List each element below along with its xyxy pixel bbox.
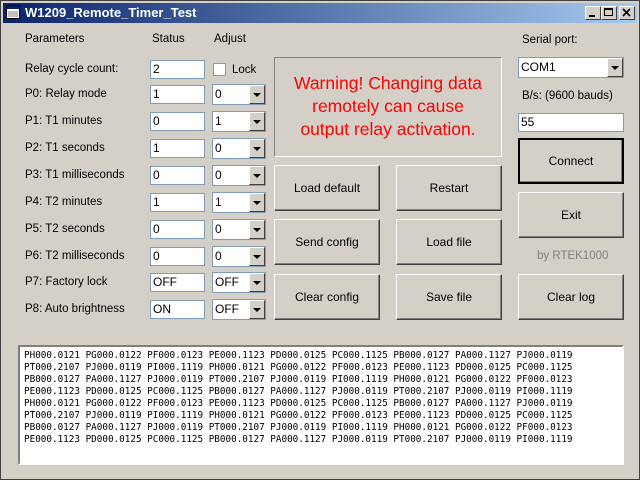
chevron-down-icon[interactable] <box>249 247 265 266</box>
minimize-button[interactable] <box>585 6 601 20</box>
chevron-down-icon[interactable] <box>249 112 265 131</box>
log-line: PE000.1123 PD000.0125 PC000.1125 PB000.0… <box>24 386 573 397</box>
serial-port-label: Serial port: <box>522 34 578 46</box>
status-header: Status <box>152 33 185 45</box>
close-button[interactable] <box>619 6 635 20</box>
param-label-p2: P2: T1 seconds <box>25 142 105 154</box>
chevron-down-icon[interactable] <box>249 300 265 319</box>
p3-status[interactable]: 0 <box>150 166 205 185</box>
p7-status[interactable]: OFF <box>150 273 205 292</box>
log-line: PB000.0127 PA000.1127 PJ000.0119 PT000.2… <box>24 374 573 385</box>
clear-config-button[interactable]: Clear config <box>274 274 380 320</box>
close-icon <box>622 8 631 17</box>
chevron-down-icon[interactable] <box>249 273 265 292</box>
log-line: PT000.2107 PJ000.0119 PI000.1119 PH000.0… <box>24 410 573 421</box>
p1-adjust-select[interactable]: 1 <box>212 111 266 132</box>
p1-status[interactable]: 0 <box>150 112 205 131</box>
p6-adjust-value: 0 <box>215 249 222 263</box>
log-line: PE000.1123 PD000.0125 PC000.1125 PB000.0… <box>24 434 573 445</box>
title-bar[interactable]: W1209_Remote_Timer_Test <box>3 3 637 23</box>
p5-adjust-select[interactable]: 0 <box>212 219 266 240</box>
chevron-down-icon[interactable] <box>249 85 265 104</box>
adjust-header: Adjust <box>214 33 246 45</box>
app-icon <box>6 5 20 19</box>
param-label-relay-cycle-count: Relay cycle count: <box>25 63 119 75</box>
maximize-button[interactable] <box>601 6 617 20</box>
p6-adjust-select[interactable]: 0 <box>212 246 266 267</box>
send-config-button[interactable]: Send config <box>274 219 380 265</box>
p4-status[interactable]: 1 <box>150 193 205 212</box>
param-label-p4: P4: T2 minutes <box>25 196 103 208</box>
p6-status[interactable]: 0 <box>150 247 205 266</box>
log-line: PB000.0127 PA000.1127 PJ000.0119 PT000.2… <box>24 422 573 433</box>
maximize-icon <box>604 8 613 16</box>
log-line: PH000.0121 PG000.0122 PF000.0123 PE000.1… <box>24 398 573 409</box>
p3-adjust-select[interactable]: 0 <box>212 165 266 186</box>
p0-status[interactable]: 1 <box>150 85 205 104</box>
save-file-button[interactable]: Save file <box>396 274 502 320</box>
param-label-p6: P6: T2 milliseconds <box>25 250 125 262</box>
minimize-icon <box>589 15 595 17</box>
p7-adjust-select[interactable]: OFF <box>212 272 266 293</box>
param-label-p0: P0: Relay mode <box>25 88 107 100</box>
p3-adjust-value: 0 <box>215 168 222 182</box>
connect-button[interactable]: Connect <box>518 138 624 184</box>
bauds-label: B/s: (9600 bauds) <box>522 90 613 102</box>
load-file-button[interactable]: Load file <box>396 219 502 265</box>
main-window: W1209_Remote_Timer_Test Parameters Statu… <box>0 0 640 480</box>
p0-adjust-value: 0 <box>215 87 222 101</box>
p2-adjust-select[interactable]: 0 <box>212 138 266 159</box>
p4-adjust-value: 1 <box>215 195 222 209</box>
p5-adjust-value: 0 <box>215 222 222 236</box>
log-line: PT000.2107 PJ000.0119 PI000.1119 PH000.0… <box>24 362 573 373</box>
chevron-down-icon[interactable] <box>249 193 265 212</box>
credit-text: by RTEK1000 <box>537 250 609 262</box>
p2-status[interactable]: 1 <box>150 139 205 158</box>
chevron-down-icon[interactable] <box>249 166 265 185</box>
bauds-input[interactable]: 55 <box>518 113 624 132</box>
serial-port-select[interactable]: COM1 <box>518 57 624 78</box>
p0-adjust-select[interactable]: 0 <box>212 84 266 105</box>
load-default-button[interactable]: Load default <box>274 165 380 211</box>
p5-status[interactable]: 0 <box>150 220 205 239</box>
p8-adjust-select[interactable]: OFF <box>212 299 266 320</box>
p8-adjust-value: OFF <box>215 302 239 316</box>
param-label-p5: P5: T2 seconds <box>25 223 105 235</box>
warning-text: Warning! Changing data remotely can caus… <box>293 73 483 139</box>
clear-log-button[interactable]: Clear log <box>518 274 624 320</box>
restart-button[interactable]: Restart <box>396 165 502 211</box>
serial-port-value: COM1 <box>521 60 556 74</box>
log-textbox[interactable]: PH000.0121 PG000.0122 PF000.0123 PE000.1… <box>18 345 624 465</box>
p1-adjust-value: 1 <box>215 114 222 128</box>
exit-button[interactable]: Exit <box>518 192 624 238</box>
warning-panel: Warning! Changing data remotely can caus… <box>274 57 502 157</box>
lock-checkbox[interactable] <box>213 63 226 76</box>
p7-adjust-value: OFF <box>215 275 239 289</box>
window-title: W1209_Remote_Timer_Test <box>25 5 197 20</box>
log-line: PH000.0121 PG000.0122 PF000.0123 PE000.1… <box>24 350 573 361</box>
chevron-down-icon[interactable] <box>249 139 265 158</box>
p2-adjust-value: 0 <box>215 141 222 155</box>
chevron-down-icon[interactable] <box>249 220 265 239</box>
param-label-p3: P3: T1 milliseconds <box>25 169 125 181</box>
param-label-p8: P8: Auto brightness <box>25 303 125 315</box>
param-label-p7: P7: Factory lock <box>25 276 108 288</box>
param-label-p1: P1: T1 minutes <box>25 115 103 127</box>
chevron-down-icon[interactable] <box>607 58 623 77</box>
parameters-header: Parameters <box>25 33 85 45</box>
lock-label: Lock <box>232 64 257 76</box>
p8-status[interactable]: ON <box>150 300 205 319</box>
p4-adjust-select[interactable]: 1 <box>212 192 266 213</box>
relay-cycle-count-status[interactable]: 2 <box>150 60 205 79</box>
